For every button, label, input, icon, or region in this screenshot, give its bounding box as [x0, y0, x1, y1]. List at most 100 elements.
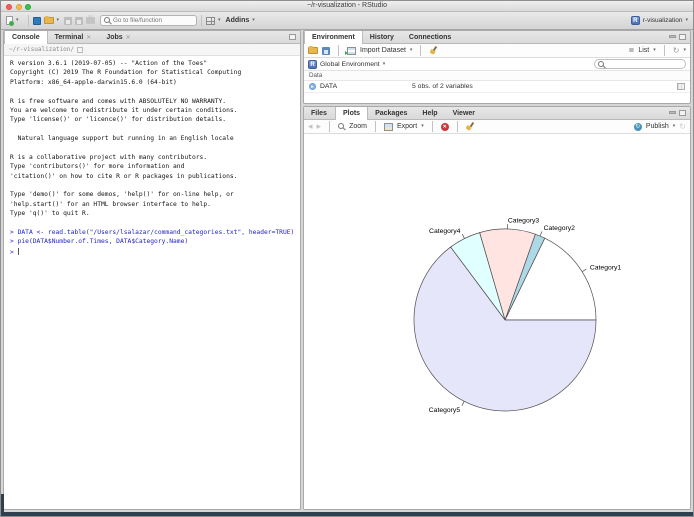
- tab-help-label: Help: [422, 109, 438, 117]
- new-file-icon[interactable]: [6, 16, 14, 26]
- tab-plots[interactable]: Plots: [334, 107, 369, 120]
- tab-files-label: Files: [311, 109, 327, 117]
- addins-menu[interactable]: Addins ▾: [226, 17, 255, 24]
- tab-history-label: History: [369, 33, 394, 41]
- console-line: Natural language support but running in …: [10, 135, 234, 143]
- open-recent-dropdown-icon[interactable]: ▾: [57, 18, 60, 23]
- pie-label-tick: [539, 231, 543, 237]
- remove-plot-icon[interactable]: ✕: [440, 122, 449, 131]
- titlebar[interactable]: ~/r-visualization - RStudio: [1, 1, 693, 12]
- maximize-pane-icon[interactable]: [289, 34, 296, 40]
- console-line: Type 'demo()' for some demos, 'help()' f…: [10, 191, 234, 199]
- environment-object-row[interactable]: ▸ DATA 5 obs. of 2 variables: [304, 81, 690, 93]
- expand-object-icon[interactable]: ▸: [309, 83, 316, 90]
- tab-console[interactable]: Console: [4, 31, 48, 44]
- environment-scope-label[interactable]: Global Environment: [320, 61, 380, 68]
- tab-terminal[interactable]: Terminal ✕: [48, 31, 100, 43]
- zoom-plot-label[interactable]: Zoom: [349, 123, 367, 130]
- goto-file-input[interactable]: [113, 17, 194, 24]
- previous-plot-icon[interactable]: ◂: [308, 122, 313, 131]
- publish-icon: ↻: [633, 122, 642, 131]
- console-command-line: > pie(DATA$Number.of.Times, DATA$Categor…: [10, 238, 189, 246]
- environment-scope-dropdown-icon[interactable]: ▾: [383, 61, 386, 67]
- tab-files[interactable]: Files: [304, 107, 335, 119]
- search-icon: [598, 60, 604, 68]
- export-plot-label[interactable]: Export: [397, 123, 417, 130]
- environment-search-box[interactable]: [594, 59, 686, 69]
- addins-dropdown-icon: ▾: [252, 17, 255, 23]
- pie-label-tick: [461, 233, 465, 239]
- new-project-icon[interactable]: [32, 16, 41, 25]
- desktop-edge-bottom: [1, 512, 693, 516]
- tab-terminal-label: Terminal: [54, 33, 84, 41]
- list-view-dropdown-icon[interactable]: ▾: [653, 48, 656, 53]
- publish-label[interactable]: Publish: [646, 123, 669, 130]
- print-icon[interactable]: [86, 15, 96, 24]
- pane-layout-icon[interactable]: [206, 16, 216, 25]
- new-file-dropdown-icon[interactable]: ▾: [16, 18, 19, 23]
- open-file-icon[interactable]: [43, 16, 54, 24]
- refresh-plot-icon[interactable]: ↻: [679, 122, 686, 131]
- save-icon[interactable]: [64, 16, 73, 25]
- console-line: You are welcome to redistribute it under…: [10, 106, 238, 114]
- console-line: Type 'q()' to quit R.: [10, 210, 90, 218]
- publish-dropdown-icon[interactable]: ▾: [673, 124, 676, 129]
- export-dropdown-icon[interactable]: ▾: [421, 124, 424, 129]
- tab-jobs-label: Jobs: [106, 33, 123, 41]
- tab-viewer[interactable]: Viewer: [446, 107, 483, 119]
- pie-label-category3: Category3: [508, 217, 540, 224]
- minimize-pane-icon[interactable]: [669, 34, 676, 38]
- tab-jobs[interactable]: Jobs ✕: [99, 31, 138, 43]
- console-prompt[interactable]: >: [10, 247, 300, 257]
- list-view-label[interactable]: List: [638, 47, 649, 54]
- console-line: R is free software and comes with ABSOLU…: [10, 97, 227, 105]
- save-workspace-icon[interactable]: [322, 46, 330, 55]
- import-dataset-label[interactable]: Import Dataset: [360, 47, 406, 54]
- clear-all-plots-icon[interactable]: [466, 122, 475, 131]
- tab-environment[interactable]: Environment: [304, 31, 363, 44]
- export-plot-icon: [383, 122, 393, 131]
- tab-packages-label: Packages: [375, 109, 408, 117]
- next-plot-icon[interactable]: ▸: [317, 122, 322, 131]
- window-title: ~/r-visualization - RStudio: [307, 2, 387, 9]
- open-in-files-icon[interactable]: [77, 46, 84, 53]
- search-icon: [104, 17, 111, 24]
- tab-history[interactable]: History: [363, 31, 402, 43]
- environment-search-input[interactable]: [604, 61, 682, 67]
- refresh-environment-icon[interactable]: ↻: [673, 46, 680, 55]
- r-project-icon: R: [630, 16, 640, 25]
- import-dataset-dropdown-icon[interactable]: ▾: [410, 48, 413, 53]
- environment-tabbar: Environment History Connections: [304, 31, 690, 44]
- view-data-icon[interactable]: [677, 83, 685, 90]
- tab-connections[interactable]: Connections: [402, 31, 459, 43]
- import-dataset-icon[interactable]: [345, 46, 356, 55]
- refresh-dropdown-icon[interactable]: ▾: [683, 48, 686, 53]
- environment-pane: Environment History Connections Import D…: [303, 30, 691, 104]
- close-icon[interactable]: ✕: [126, 34, 131, 41]
- maximize-pane-icon[interactable]: [679, 110, 686, 116]
- minimize-pane-icon[interactable]: [669, 110, 676, 114]
- plots-pane: Files Plots Packages Help Viewer ◂ ▸ Zoo…: [303, 106, 691, 510]
- toolbar-separator: [663, 45, 665, 56]
- console-line: 'help.start()' for an HTML browser inter…: [10, 200, 211, 208]
- pane-layout-dropdown-icon[interactable]: ▾: [218, 18, 221, 23]
- maximize-pane-icon[interactable]: [679, 34, 686, 40]
- console-output[interactable]: R version 3.6.1 (2019-07-05) -- "Action …: [4, 56, 300, 257]
- close-icon[interactable]: ✕: [86, 34, 91, 41]
- goto-file-box[interactable]: [100, 15, 198, 26]
- save-all-icon[interactable]: [75, 16, 84, 25]
- pie-label-tick: [581, 268, 587, 273]
- project-menu-button[interactable]: R r-visualization ▾: [630, 16, 688, 25]
- plots-tabbar: Files Plots Packages Help Viewer: [304, 107, 690, 120]
- tab-plots-label: Plots: [342, 110, 361, 117]
- tab-packages[interactable]: Packages: [368, 107, 415, 119]
- tab-help[interactable]: Help: [415, 107, 445, 119]
- clear-workspace-icon[interactable]: [429, 46, 438, 55]
- project-dropdown-icon: ▾: [685, 17, 688, 23]
- load-workspace-icon[interactable]: [308, 46, 318, 54]
- console-pathbar: ~/r-visualization/: [4, 44, 300, 56]
